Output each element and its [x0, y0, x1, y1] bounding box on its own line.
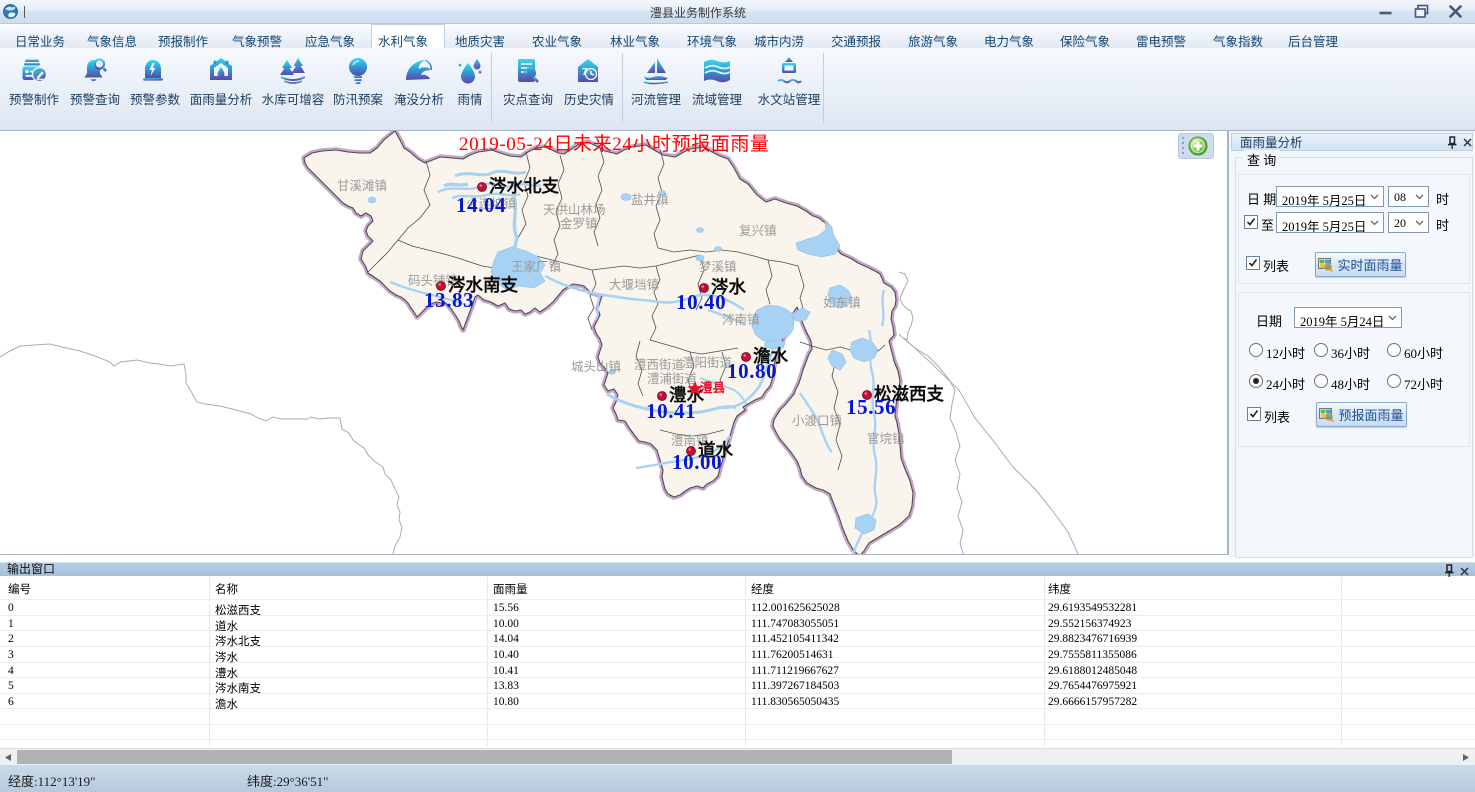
- svg-text:王家厂镇: 王家厂镇: [511, 259, 561, 274]
- svg-text:甘溪滩镇: 甘溪滩镇: [337, 179, 387, 193]
- svg-text:梦溪镇: 梦溪镇: [699, 260, 737, 274]
- svg-text:14.04: 14.04: [456, 193, 506, 217]
- svg-text:10.80: 10.80: [727, 359, 777, 383]
- svg-text:2019-05-24日未来24小时预报面雨量: 2019-05-24日未来24小时预报面雨量: [459, 133, 769, 155]
- svg-text:澧阳街道: 澧阳街道: [682, 356, 733, 370]
- svg-text:大堰垱镇: 大堰垱镇: [609, 278, 659, 292]
- svg-text:澧西街道: 澧西街道: [634, 358, 685, 372]
- svg-text:盐井镇: 盐井镇: [631, 193, 669, 207]
- svg-text:小渡口镇: 小渡口镇: [792, 413, 842, 428]
- svg-text:15.56: 15.56: [846, 395, 896, 419]
- svg-text:澧县: 澧县: [700, 380, 726, 395]
- svg-text:官垸镇: 官垸镇: [867, 431, 905, 446]
- svg-text:如东镇: 如东镇: [823, 295, 861, 310]
- svg-text:澧浦街道: 澧浦街道: [647, 372, 698, 386]
- svg-text:10.40: 10.40: [676, 290, 726, 314]
- svg-text:涔南镇: 涔南镇: [722, 312, 760, 327]
- svg-text:10.00: 10.00: [672, 450, 722, 474]
- svg-text:10.41: 10.41: [646, 399, 696, 423]
- svg-text:13.83: 13.83: [424, 288, 474, 312]
- svg-text:金罗镇: 金罗镇: [560, 216, 598, 231]
- svg-text:复兴镇: 复兴镇: [739, 224, 777, 238]
- svg-text:天供山林场: 天供山林场: [543, 203, 606, 217]
- svg-text:城头山镇: 城头山镇: [571, 360, 621, 374]
